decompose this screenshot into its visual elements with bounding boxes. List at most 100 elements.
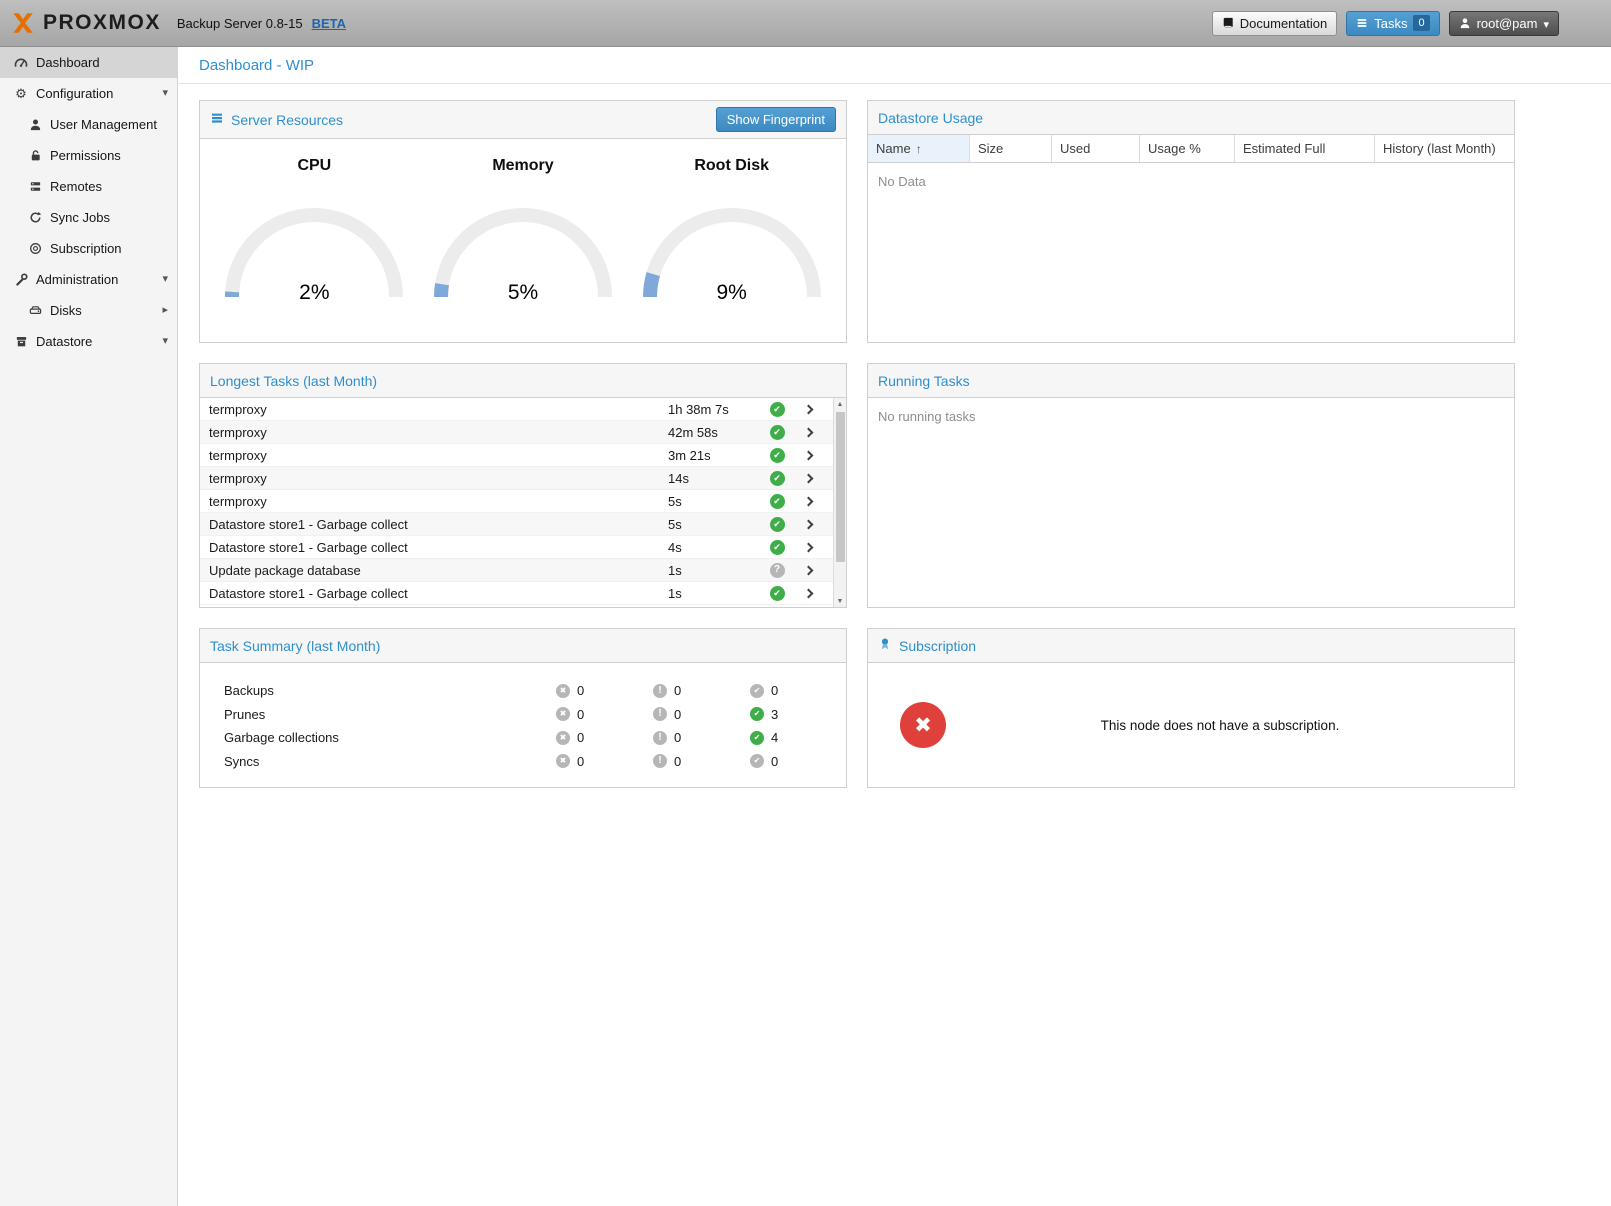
gauge-value: 9%	[641, 281, 823, 305]
panel-header: Task Summary (last Month)	[200, 629, 846, 663]
sidebar-item-label: Datastore	[36, 334, 92, 349]
summary-label: Syncs	[200, 754, 556, 769]
scroll-up-button[interactable]	[837, 398, 844, 410]
proxmox-x-icon	[10, 10, 36, 36]
scroll-down-button[interactable]	[837, 595, 844, 607]
documentation-button[interactable]: Documentation	[1212, 11, 1337, 36]
dashboard-grid: Server Resources Show Fingerprint CPU 2%	[178, 84, 1611, 828]
sidebar-item-user-management[interactable]: User Management	[0, 109, 177, 140]
status-icon	[770, 563, 785, 578]
status-icon	[770, 586, 785, 601]
task-row[interactable]: termproxy 5s	[200, 490, 846, 513]
proxmox-logo: PROXMOX	[10, 10, 161, 36]
task-row[interactable]: Datastore store1 - Garbage collect 4s	[200, 536, 846, 559]
column-header-usage-pct[interactable]: Usage %	[1140, 135, 1235, 162]
sidebar-item-administration[interactable]: Administration	[0, 264, 177, 295]
task-row[interactable]: Datastore store1 - Garbage collect 1s	[200, 582, 846, 605]
sidebar-item-label: Disks	[50, 303, 82, 318]
warning-count-icon	[653, 707, 667, 721]
group-caret-icon[interactable]	[162, 336, 168, 347]
chevron-right-icon[interactable]	[790, 521, 826, 528]
archive-icon	[12, 335, 30, 348]
sidebar-item-configuration[interactable]: ⚙ Configuration	[0, 78, 177, 109]
error-count: 0	[577, 754, 584, 769]
chevron-right-icon[interactable]	[790, 452, 826, 459]
chevron-right-icon[interactable]	[790, 498, 826, 505]
sidebar-item-remotes[interactable]: Remotes	[0, 171, 177, 202]
user-icon	[26, 118, 44, 131]
column-header-used[interactable]: Used	[1052, 135, 1140, 162]
task-name: Datastore store1 - Garbage collect	[200, 517, 668, 532]
sidebar-item-label: Permissions	[50, 148, 121, 163]
sidebar-item-label: Dashboard	[36, 55, 100, 70]
task-row[interactable]: termproxy 1h 38m 7s	[200, 398, 846, 421]
support-icon	[26, 242, 44, 255]
error-count-icon	[556, 754, 570, 768]
gears-icon: ⚙	[12, 87, 30, 100]
server-list-icon	[26, 180, 44, 193]
sidebar-item-dashboard[interactable]: Dashboard	[0, 47, 177, 78]
scrollbar[interactable]	[833, 398, 846, 607]
task-duration: 4s	[668, 540, 764, 555]
summary-row: Syncs 0 0 0	[200, 750, 846, 774]
resources-icon	[210, 111, 224, 128]
panel-title: Longest Tasks (last Month)	[210, 373, 377, 389]
panel-header: Longest Tasks (last Month)	[200, 364, 846, 398]
ok-count: 3	[771, 707, 778, 722]
task-duration: 1h 38m 7s	[668, 402, 764, 417]
status-icon	[770, 425, 785, 440]
panel-header: Datastore Usage	[868, 101, 1514, 135]
group-caret-icon[interactable]	[162, 305, 168, 316]
task-name: Datastore store1 - Garbage collect	[200, 540, 668, 555]
scrollbar-thumb[interactable]	[836, 412, 845, 562]
topbar-actions: Documentation Tasks 0 root@pam	[1212, 11, 1611, 36]
column-header-name[interactable]: Name	[868, 135, 970, 162]
task-duration: 3m 21s	[668, 448, 764, 463]
panel-title: Server Resources	[231, 112, 343, 128]
sidebar-item-sync-jobs[interactable]: Sync Jobs	[0, 202, 177, 233]
sidebar-item-datastore[interactable]: Datastore	[0, 326, 177, 357]
brand-text: PROXMOX	[43, 11, 161, 35]
ok-count: 4	[771, 730, 778, 745]
ok-count: 0	[771, 683, 778, 698]
column-header-size[interactable]: Size	[970, 135, 1052, 162]
task-row[interactable]: Update package database 1s	[200, 559, 846, 582]
chevron-right-icon[interactable]	[790, 475, 826, 482]
status-icon	[770, 494, 785, 509]
beta-link[interactable]: BETA	[312, 16, 346, 31]
task-duration: 1s	[668, 586, 764, 601]
column-header-history[interactable]: History (last Month)	[1375, 135, 1514, 162]
sidebar-item-permissions[interactable]: Permissions	[0, 140, 177, 171]
sidebar-item-disks[interactable]: Disks	[0, 295, 177, 326]
tachometer-icon	[12, 56, 30, 70]
hdd-icon	[26, 304, 44, 317]
group-caret-icon[interactable]	[162, 274, 168, 285]
panel-running-tasks: Running Tasks No running tasks	[867, 363, 1515, 608]
chevron-right-icon[interactable]	[790, 406, 826, 413]
chevron-right-icon[interactable]	[790, 544, 826, 551]
status-icon	[770, 517, 785, 532]
task-name: termproxy	[200, 448, 668, 463]
sidebar-item-label: Administration	[36, 272, 118, 287]
chevron-right-icon[interactable]	[790, 590, 826, 597]
tasks-button[interactable]: Tasks 0	[1346, 11, 1439, 36]
panel-datastore-usage: Datastore Usage Name Size Used Usage % E…	[867, 100, 1515, 343]
show-fingerprint-button[interactable]: Show Fingerprint	[716, 107, 836, 132]
column-header-estimated-full[interactable]: Estimated Full	[1235, 135, 1375, 162]
sidebar-item-subscription[interactable]: Subscription	[0, 233, 177, 264]
task-duration: 5s	[668, 517, 764, 532]
task-row[interactable]: termproxy 14s	[200, 467, 846, 490]
chevron-right-icon[interactable]	[790, 429, 826, 436]
chevron-right-icon[interactable]	[790, 567, 826, 574]
gauge-label: Memory	[419, 157, 628, 175]
table-header-row: Name Size Used Usage % Estimated Full Hi…	[868, 135, 1514, 163]
task-row[interactable]: termproxy 42m 58s	[200, 421, 846, 444]
page-header: Dashboard - WIP	[178, 47, 1611, 84]
ok-count-icon	[750, 684, 764, 698]
group-caret-icon[interactable]	[162, 88, 168, 99]
task-row[interactable]: Datastore store1 - Garbage collect 5s	[200, 513, 846, 536]
error-count-icon	[556, 707, 570, 721]
task-name: termproxy	[200, 471, 668, 486]
task-row[interactable]: termproxy 3m 21s	[200, 444, 846, 467]
user-menu-button[interactable]: root@pam	[1449, 11, 1559, 36]
